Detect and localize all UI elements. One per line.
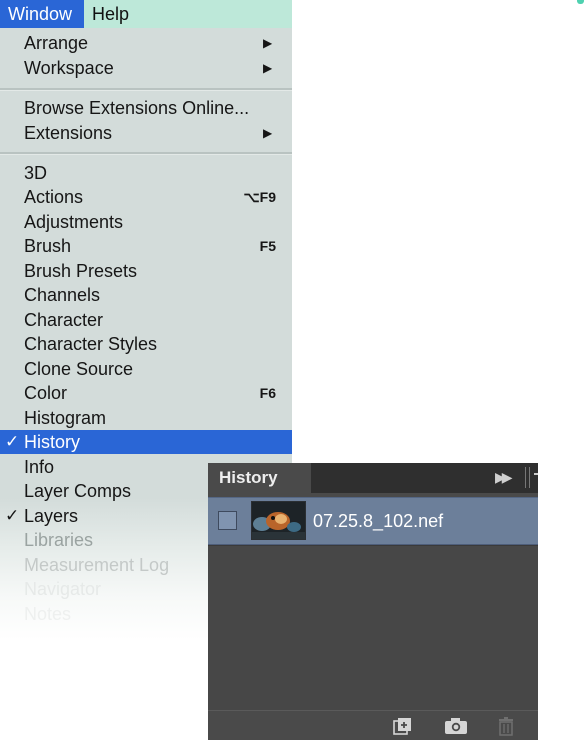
menu-item-label: Brush <box>24 236 72 256</box>
menu-item-label: Adjustments <box>24 212 124 232</box>
history-panel: History ▶▶ 07.25.8_102.nef <box>208 463 538 740</box>
menu-item-histogram[interactable]: Histogram <box>0 406 292 430</box>
menu-item-browse-extensions[interactable]: Browse Extensions Online... <box>0 96 292 120</box>
menu-item-3d[interactable]: 3D <box>0 161 292 185</box>
menu-item-label: 3D <box>24 163 48 183</box>
menu-item-brush-presets[interactable]: Brush Presets <box>0 259 292 283</box>
fish-photo-thumbnail-icon <box>252 502 305 539</box>
menu-item-label: Notes <box>24 604 72 624</box>
tab-divider <box>529 467 530 488</box>
panel-tab-bar: History ▶▶ <box>208 463 538 493</box>
menu-item-workspace[interactable]: Workspace ▶ <box>0 56 292 80</box>
menu-item-history[interactable]: ✓ History <box>0 430 292 454</box>
panel-footer <box>208 710 538 740</box>
menu-item-actions[interactable]: Actions ⌥F9 <box>0 185 292 209</box>
menu-item-label: Actions <box>24 187 84 207</box>
menu-item-label: Arrange <box>24 33 89 53</box>
menu-item-label: Histogram <box>24 408 107 428</box>
menu-window[interactable]: Window <box>0 0 85 28</box>
menu-help[interactable]: Help <box>84 0 140 28</box>
checkmark-icon: ✓ <box>5 506 20 525</box>
menu-item-character-styles[interactable]: Character Styles <box>0 332 292 356</box>
menu-item-label: Brush Presets <box>24 261 138 281</box>
menu-separator <box>0 152 292 155</box>
panel-menu-icon[interactable] <box>534 473 538 475</box>
menu-separator <box>0 88 292 91</box>
trash-icon[interactable] <box>496 716 516 740</box>
menu-item-adjustments[interactable]: Adjustments <box>0 210 292 234</box>
menu-item-label: Extensions <box>24 123 113 143</box>
menu-item-shortcut: F5 <box>259 238 276 254</box>
menu-item-character[interactable]: Character <box>0 308 292 332</box>
menu-item-label: Libraries <box>24 530 94 550</box>
menu-item-channels[interactable]: Channels <box>0 283 292 307</box>
menu-item-label: Info <box>24 457 55 477</box>
history-source-checkbox[interactable] <box>218 511 237 530</box>
tab-history[interactable]: History <box>208 463 311 493</box>
menu-item-label: History <box>24 432 81 452</box>
history-states-list[interactable] <box>208 545 538 711</box>
menu-item-label: Layers <box>24 506 79 526</box>
window-edge-accent <box>577 0 584 4</box>
collapse-panel-icon[interactable]: ▶▶ <box>495 469 512 486</box>
history-snapshot-row[interactable]: 07.25.8_102.nef <box>208 497 538 545</box>
menu-item-label: Character Styles <box>24 334 158 354</box>
menu-bar: Window Help <box>0 0 292 28</box>
menu-item-color[interactable]: Color F6 <box>0 381 292 405</box>
menu-item-label: Navigator <box>24 579 102 599</box>
menu-item-label: Color <box>24 383 68 403</box>
camera-icon[interactable] <box>444 716 468 740</box>
submenu-arrow-icon: ▶ <box>263 61 273 75</box>
menu-item-brush[interactable]: Brush F5 <box>0 234 292 258</box>
menu-item-label: Character <box>24 310 104 330</box>
menu-item-label: Measurement Log <box>24 555 170 575</box>
menu-item-arrange[interactable]: Arrange ▶ <box>0 31 292 55</box>
menu-item-label: Browse Extensions Online... <box>24 98 250 118</box>
menu-item-label: Channels <box>24 285 101 305</box>
submenu-arrow-icon: ▶ <box>263 36 273 50</box>
tab-divider <box>525 467 526 488</box>
new-document-from-state-icon[interactable] <box>390 716 414 740</box>
menu-item-label: Clone Source <box>24 359 134 379</box>
menu-item-clone-source[interactable]: Clone Source <box>0 357 292 381</box>
menu-item-extensions[interactable]: Extensions ▶ <box>0 121 292 145</box>
snapshot-label: 07.25.8_102.nef <box>313 511 444 531</box>
checkmark-icon: ✓ <box>5 432 20 451</box>
submenu-arrow-icon: ▶ <box>263 126 273 140</box>
snapshot-thumbnail <box>251 501 306 540</box>
menu-item-label: Workspace <box>24 58 114 78</box>
menu-item-shortcut: F6 <box>259 385 276 401</box>
menu-item-label: Layer Comps <box>24 481 132 501</box>
menu-item-shortcut: ⌥F9 <box>243 189 276 205</box>
